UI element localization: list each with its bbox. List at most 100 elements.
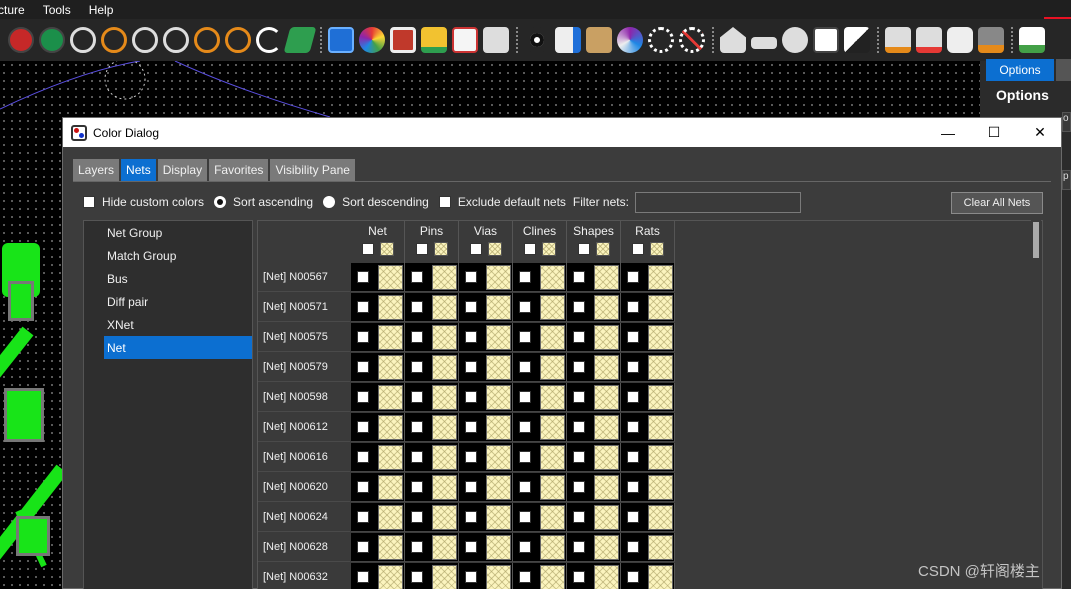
- visibility-checkbox[interactable]: [411, 271, 423, 283]
- color-swatch[interactable]: [648, 265, 673, 290]
- visibility-checkbox[interactable]: [465, 301, 477, 313]
- color-swatch[interactable]: [594, 565, 619, 589]
- color-swatch[interactable]: [594, 355, 619, 380]
- filter-nets-input[interactable]: [634, 191, 801, 213]
- rats-icon[interactable]: [39, 27, 65, 53]
- visibility-checkbox[interactable]: [573, 301, 585, 313]
- tab-favorites[interactable]: Favorites: [209, 159, 269, 181]
- menu-help[interactable]: Help: [89, 3, 114, 17]
- visibility-checkbox[interactable]: [357, 421, 369, 433]
- visibility-checkbox[interactable]: [627, 391, 639, 403]
- color-swatch[interactable]: [486, 355, 511, 380]
- color-swatch[interactable]: [486, 325, 511, 350]
- net-name-label[interactable]: [Net] N00628: [258, 533, 350, 562]
- net-name-label[interactable]: [Net] N00579: [258, 353, 350, 382]
- layers-stack-icon[interactable]: [421, 27, 447, 53]
- visibility-checkbox[interactable]: [465, 421, 477, 433]
- column-visibility-checkbox[interactable]: [523, 243, 536, 255]
- visibility-checkbox[interactable]: [411, 571, 423, 583]
- select-icon[interactable]: [813, 27, 839, 53]
- net-name-label[interactable]: [Net] N00571: [258, 293, 350, 322]
- visibility-checkbox[interactable]: [573, 541, 585, 553]
- visibility-checkbox[interactable]: [627, 571, 639, 583]
- shadow-icon[interactable]: [390, 27, 416, 53]
- clear-all-nets-button[interactable]: Clear All Nets: [951, 192, 1043, 214]
- visibility-checkbox[interactable]: [411, 331, 423, 343]
- color-swatch[interactable]: [594, 265, 619, 290]
- visibility-checkbox[interactable]: [573, 361, 585, 373]
- color-swatch[interactable]: [378, 355, 403, 380]
- info-icon[interactable]: [555, 27, 581, 53]
- visibility-checkbox[interactable]: [627, 541, 639, 553]
- visibility-checkbox[interactable]: [465, 481, 477, 493]
- color-swatch[interactable]: [648, 295, 673, 320]
- visibility-checkbox[interactable]: [519, 421, 531, 433]
- color-swatch[interactable]: [540, 325, 565, 350]
- sort-ascending-radio[interactable]: [214, 196, 227, 208]
- color-swatch[interactable]: [432, 475, 457, 500]
- color-swatch[interactable]: [540, 535, 565, 560]
- color-swatch[interactable]: [378, 505, 403, 530]
- visibility-checkbox[interactable]: [465, 391, 477, 403]
- group-item-xnet[interactable]: XNet: [84, 313, 252, 336]
- net-name-label[interactable]: [Net] N00612: [258, 413, 350, 442]
- exclude-default-nets-checkbox[interactable]: [438, 196, 451, 208]
- place-icon[interactable]: [720, 27, 746, 53]
- color-swatch[interactable]: [594, 325, 619, 350]
- unfix-icon[interactable]: [916, 27, 942, 53]
- visibility-checkbox[interactable]: [519, 451, 531, 463]
- menu-tools[interactable]: Tools: [43, 3, 71, 17]
- color-swatch[interactable]: [486, 535, 511, 560]
- visibility-checkbox[interactable]: [465, 361, 477, 373]
- visibility-checkbox[interactable]: [627, 361, 639, 373]
- tab-display[interactable]: Display: [157, 159, 208, 181]
- column-color-swatch[interactable]: [595, 242, 610, 256]
- visibility-checkbox[interactable]: [357, 361, 369, 373]
- color-swatch[interactable]: [648, 325, 673, 350]
- column-color-swatch[interactable]: [379, 242, 394, 256]
- color-swatch[interactable]: [378, 295, 403, 320]
- visibility-checkbox[interactable]: [411, 511, 423, 523]
- visibility-checkbox[interactable]: [573, 511, 585, 523]
- visibility-checkbox[interactable]: [465, 331, 477, 343]
- color-swatch[interactable]: [432, 385, 457, 410]
- group-item-diff-pair[interactable]: Diff pair: [84, 290, 252, 313]
- dialog-titlebar[interactable]: Color Dialog — ☐ ✕: [63, 118, 1061, 147]
- visibility-checkbox[interactable]: [357, 391, 369, 403]
- visibility-checkbox[interactable]: [465, 451, 477, 463]
- highlight-icon[interactable]: [648, 27, 674, 53]
- color-swatch[interactable]: [486, 505, 511, 530]
- visibility-checkbox[interactable]: [519, 571, 531, 583]
- layer-icon[interactable]: [283, 27, 317, 53]
- split-icon[interactable]: [844, 27, 870, 53]
- color-swatch[interactable]: [432, 445, 457, 470]
- visibility-checkbox[interactable]: [411, 481, 423, 493]
- visibility-checkbox[interactable]: [519, 361, 531, 373]
- visibility-checkbox[interactable]: [357, 451, 369, 463]
- visibility-checkbox[interactable]: [519, 301, 531, 313]
- visibility-checkbox[interactable]: [411, 391, 423, 403]
- color-swatch[interactable]: [432, 505, 457, 530]
- visibility-eye-icon[interactable]: [524, 27, 550, 53]
- visibility-checkbox[interactable]: [411, 451, 423, 463]
- report-icon[interactable]: [1019, 27, 1045, 53]
- visibility-checkbox[interactable]: [411, 421, 423, 433]
- net-name-label[interactable]: [Net] N00598: [258, 383, 350, 412]
- zoom-prev-icon[interactable]: [101, 27, 127, 53]
- color-swatch[interactable]: [648, 565, 673, 589]
- visibility-checkbox[interactable]: [465, 571, 477, 583]
- unrats-icon[interactable]: [8, 27, 34, 53]
- color-swatch[interactable]: [540, 295, 565, 320]
- visibility-checkbox[interactable]: [519, 331, 531, 343]
- visibility-checkbox[interactable]: [411, 301, 423, 313]
- visibility-checkbox[interactable]: [573, 421, 585, 433]
- visibility-checkbox[interactable]: [627, 481, 639, 493]
- options-tab[interactable]: Options: [986, 59, 1054, 81]
- spreadsheet-icon[interactable]: [452, 27, 478, 53]
- panel-tab-2[interactable]: [1056, 59, 1071, 81]
- redraw-icon[interactable]: [256, 27, 282, 53]
- group-item-net[interactable]: Net: [104, 336, 252, 359]
- grid-icon[interactable]: [328, 27, 354, 53]
- color-swatch[interactable]: [540, 385, 565, 410]
- net-name-label[interactable]: [Net] N00567: [258, 263, 350, 292]
